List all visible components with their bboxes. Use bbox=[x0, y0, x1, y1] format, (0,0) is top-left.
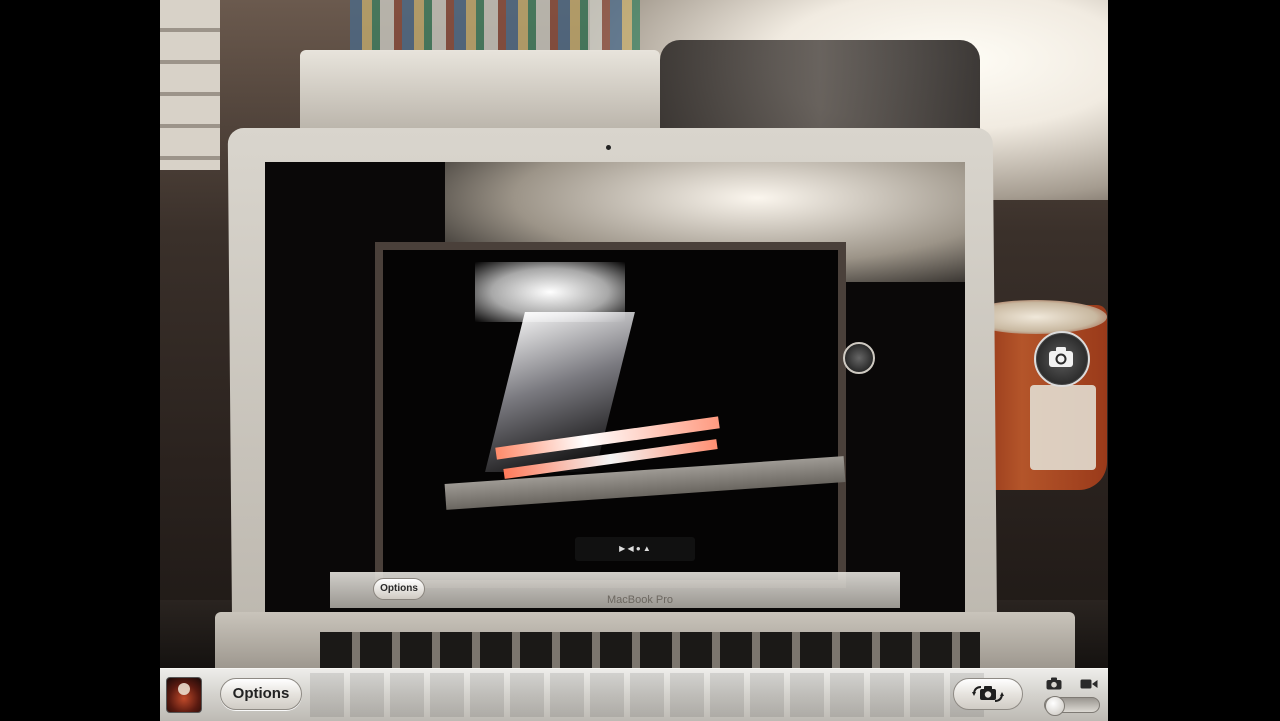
options-button[interactable]: Options bbox=[220, 678, 302, 710]
nested-options-button: Options bbox=[373, 578, 425, 600]
nested-shutter-button bbox=[843, 342, 875, 374]
letterbox-right bbox=[1108, 0, 1280, 720]
laptop-webcam bbox=[606, 145, 611, 150]
camera-toolbar: Options bbox=[160, 668, 1108, 721]
nested-video-player: ▶ ◀ ● ▲ bbox=[575, 537, 695, 561]
letterbox-left bbox=[0, 0, 160, 720]
toolbar-background-reflection bbox=[310, 673, 990, 717]
video-camera-icon bbox=[1080, 679, 1098, 689]
camera-viewfinder[interactable]: ▶ ◀ ● ▲ Options MacBook Pro bbox=[160, 0, 1108, 668]
photo-video-toggle[interactable] bbox=[1044, 696, 1100, 716]
camera-switch-button[interactable] bbox=[953, 678, 1023, 710]
toggle-knob[interactable] bbox=[1045, 696, 1065, 716]
laptop-screen: ▶ ◀ ● ▲ Options bbox=[265, 162, 965, 614]
coffee-mug-label bbox=[1030, 385, 1096, 470]
laptop-keyboard bbox=[320, 632, 980, 668]
camera-rotate-icon bbox=[972, 686, 1004, 702]
printer bbox=[300, 50, 660, 135]
camera-icon bbox=[1046, 677, 1062, 690]
laptop-brand-label: MacBook Pro bbox=[606, 594, 674, 606]
camera-icon bbox=[1049, 347, 1073, 367]
shutter-button[interactable] bbox=[1034, 331, 1090, 387]
last-photo-thumbnail[interactable] bbox=[166, 677, 202, 713]
thumbnail-highlight bbox=[178, 683, 190, 695]
shelf bbox=[160, 0, 220, 170]
